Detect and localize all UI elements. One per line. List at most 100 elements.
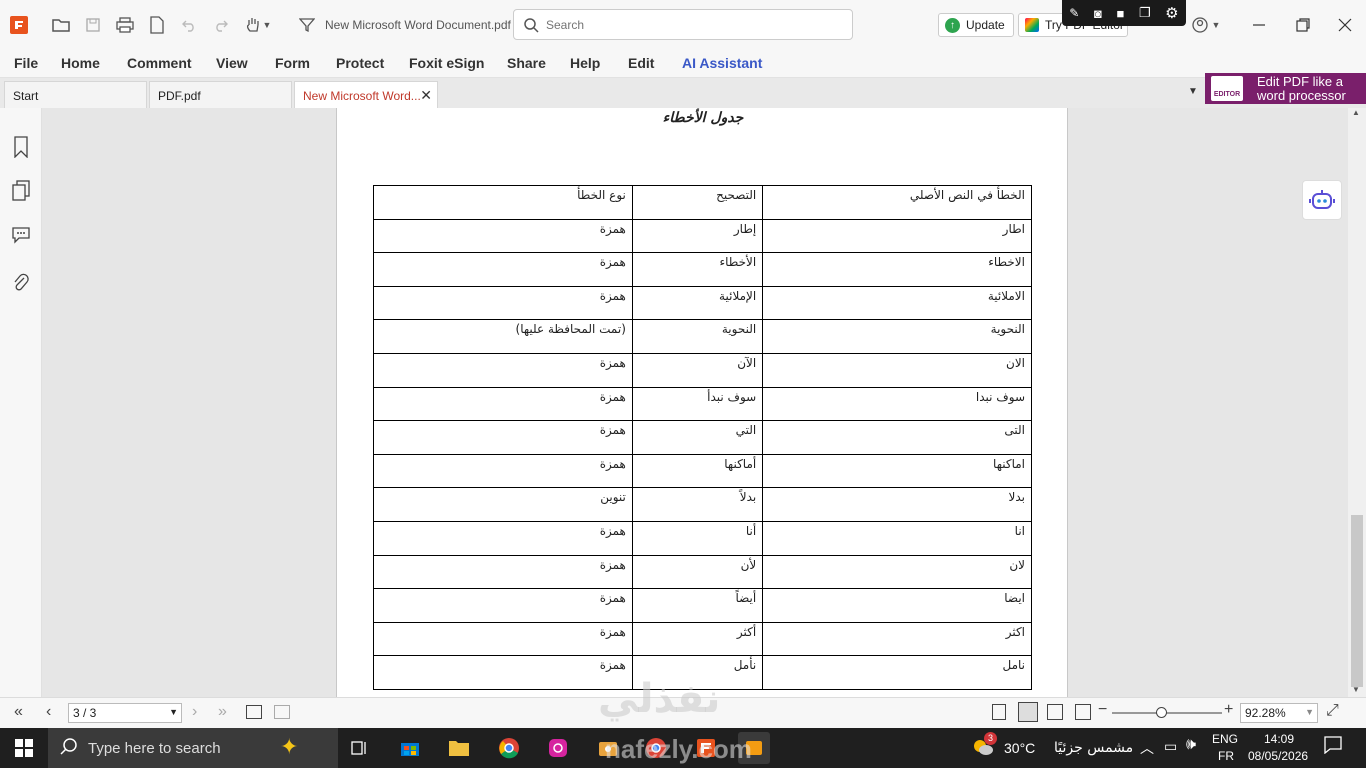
language-bottom[interactable]: FR <box>1218 749 1234 763</box>
single-page-view-icon[interactable] <box>992 704 1006 720</box>
bookmark-icon[interactable] <box>10 134 32 160</box>
page-number-value: 3 / 3 <box>73 706 97 720</box>
menu-protect[interactable]: Protect <box>336 55 384 71</box>
clock-date[interactable]: 08/05/2026 <box>1248 749 1308 763</box>
settings-gear-icon[interactable]: ⚙ <box>1165 4 1178 22</box>
zoom-out-icon[interactable]: − <box>1098 701 1107 719</box>
pages-icon[interactable] <box>10 178 32 204</box>
instagram-icon[interactable] <box>542 732 574 764</box>
cell-correction: سوف نبدأ <box>631 386 764 422</box>
language-top[interactable]: ENG <box>1212 732 1238 746</box>
show-hidden-icons-icon[interactable]: ︿ <box>1140 738 1154 758</box>
first-page-icon[interactable]: « <box>14 703 23 721</box>
account-icon[interactable]: ▼ <box>1186 14 1226 36</box>
vertical-scrollbar[interactable]: ▲ ▼ <box>1348 108 1366 697</box>
last-page-icon[interactable]: » <box>218 703 227 721</box>
tab-start[interactable]: Start <box>4 81 147 108</box>
menu-comment[interactable]: Comment <box>127 55 192 71</box>
scroll-thumb[interactable] <box>1351 515 1363 687</box>
tab-label: PDF.pdf <box>158 89 201 103</box>
cell-correction: بدلاً <box>631 487 764 522</box>
taskbar-search-box[interactable]: Type here to search ✦ <box>48 728 338 768</box>
search-icon <box>522 16 540 34</box>
cell-original: النحوية <box>762 319 1032 354</box>
hand-tool-icon[interactable]: ▼ <box>242 14 274 36</box>
split-view-icon[interactable] <box>274 705 290 719</box>
document-viewer[interactable]: جدول الأخطاء الخطأ في النص الأصلي التصحي… <box>42 108 1348 697</box>
scroll-down-icon[interactable]: ▼ <box>1352 685 1360 694</box>
redo-icon[interactable] <box>210 14 232 36</box>
zoom-slider-handle[interactable] <box>1156 707 1167 718</box>
close-tab-icon[interactable]: ✕ <box>420 87 432 104</box>
cell-error-type: همزة <box>373 352 633 388</box>
header-cell-error-type: نوع الخطأ <box>373 185 633 220</box>
restore-icon[interactable] <box>1292 14 1314 36</box>
close-window-icon[interactable] <box>1334 14 1356 36</box>
weather-icon[interactable]: 3 <box>972 732 997 756</box>
tab-list-dropdown-icon[interactable]: ▼ <box>1188 86 1198 97</box>
file-convert-icon[interactable] <box>146 14 168 36</box>
zoom-slider[interactable] <box>1112 712 1222 714</box>
windows-start-icon[interactable] <box>14 738 34 758</box>
pen-icon[interactable]: ✎ <box>1069 6 1079 20</box>
minimize-icon[interactable] <box>1248 14 1270 36</box>
fullscreen-icon[interactable]: ⤢ <box>1326 702 1339 720</box>
facing-view-icon[interactable] <box>1047 704 1063 720</box>
prev-page-icon[interactable]: ‹ <box>46 703 51 721</box>
continuous-facing-view-icon[interactable] <box>1075 704 1091 720</box>
video-icon[interactable]: ■ <box>1116 6 1124 21</box>
menu-share[interactable]: Share <box>507 55 546 71</box>
print-icon[interactable] <box>114 14 136 36</box>
search-input[interactable] <box>546 15 836 35</box>
menu-ai-assistant[interactable]: AI Assistant <box>682 55 762 71</box>
window-icon[interactable]: ❐ <box>1139 5 1151 21</box>
update-label: Update <box>966 18 1005 32</box>
sparkle-icon: ✦ <box>280 734 299 759</box>
next-page-icon[interactable]: › <box>192 703 197 721</box>
menu-help[interactable]: Help <box>570 55 600 71</box>
update-button[interactable]: ↑ Update <box>938 13 1014 37</box>
store-icon[interactable] <box>394 732 426 764</box>
tab-word-document[interactable]: New Microsoft Word... ✕ <box>294 81 438 108</box>
open-folder-icon[interactable] <box>50 14 72 36</box>
file-explorer-icon[interactable] <box>443 732 475 764</box>
filter-icon[interactable] <box>296 14 318 36</box>
recorder-toolbar[interactable]: ✎ ◙ ■ ❐ ⚙ <box>1062 0 1186 26</box>
menu-home[interactable]: Home <box>61 55 100 71</box>
notifications-icon[interactable] <box>1324 736 1342 757</box>
tab-bar: Start PDF.pdf New Microsoft Word... ✕ ▼ … <box>0 73 1366 108</box>
zoom-in-icon[interactable]: + <box>1224 701 1233 719</box>
edit-pdf-promo-banner[interactable]: EDITOR Edit PDF like a word processor <box>1205 73 1366 104</box>
page-number-field[interactable]: 3 / 3 ▼ <box>68 703 182 723</box>
menu-bar: File Home Comment View Form Protect Foxi… <box>0 50 1366 78</box>
save-icon[interactable] <box>82 14 104 36</box>
camera-icon[interactable]: ◙ <box>1094 6 1102 21</box>
menu-view[interactable]: View <box>216 55 248 71</box>
ai-assistant-bot-icon[interactable] <box>1302 180 1342 220</box>
cell-error-type: همزة <box>373 520 633 556</box>
search-box[interactable] <box>513 9 853 40</box>
menu-edit[interactable]: Edit <box>628 55 654 71</box>
task-view-icon[interactable] <box>344 732 376 764</box>
weather-badge: 3 <box>984 732 997 745</box>
volume-icon[interactable]: 🕪 <box>1186 736 1196 754</box>
chrome-icon[interactable] <box>493 732 525 764</box>
menu-form[interactable]: Form <box>275 55 310 71</box>
comments-icon[interactable] <box>10 222 32 248</box>
zoom-dropdown-icon[interactable]: ▼ <box>1305 707 1314 717</box>
menu-file[interactable]: File <box>14 55 38 71</box>
cell-correction: أكثر <box>631 621 764 657</box>
clock-time[interactable]: 14:09 <box>1264 732 1294 746</box>
page-dropdown-icon[interactable]: ▼ <box>169 707 178 717</box>
undo-icon[interactable] <box>178 14 200 36</box>
attachment-icon[interactable] <box>10 270 32 296</box>
tab-pdf[interactable]: PDF.pdf <box>149 81 292 108</box>
watermark-latin: nafezly.com <box>605 734 752 764</box>
scroll-up-icon[interactable]: ▲ <box>1352 108 1360 117</box>
menu-foxit-esign[interactable]: Foxit eSign <box>409 55 484 71</box>
zoom-level-field[interactable]: 92.28% ▼ <box>1240 703 1318 723</box>
network-icon[interactable]: ▭ <box>1164 738 1177 755</box>
continuous-view-icon[interactable] <box>1018 702 1038 722</box>
temperature: 30°C <box>1004 740 1036 756</box>
copy-page-icon[interactable] <box>246 705 262 719</box>
